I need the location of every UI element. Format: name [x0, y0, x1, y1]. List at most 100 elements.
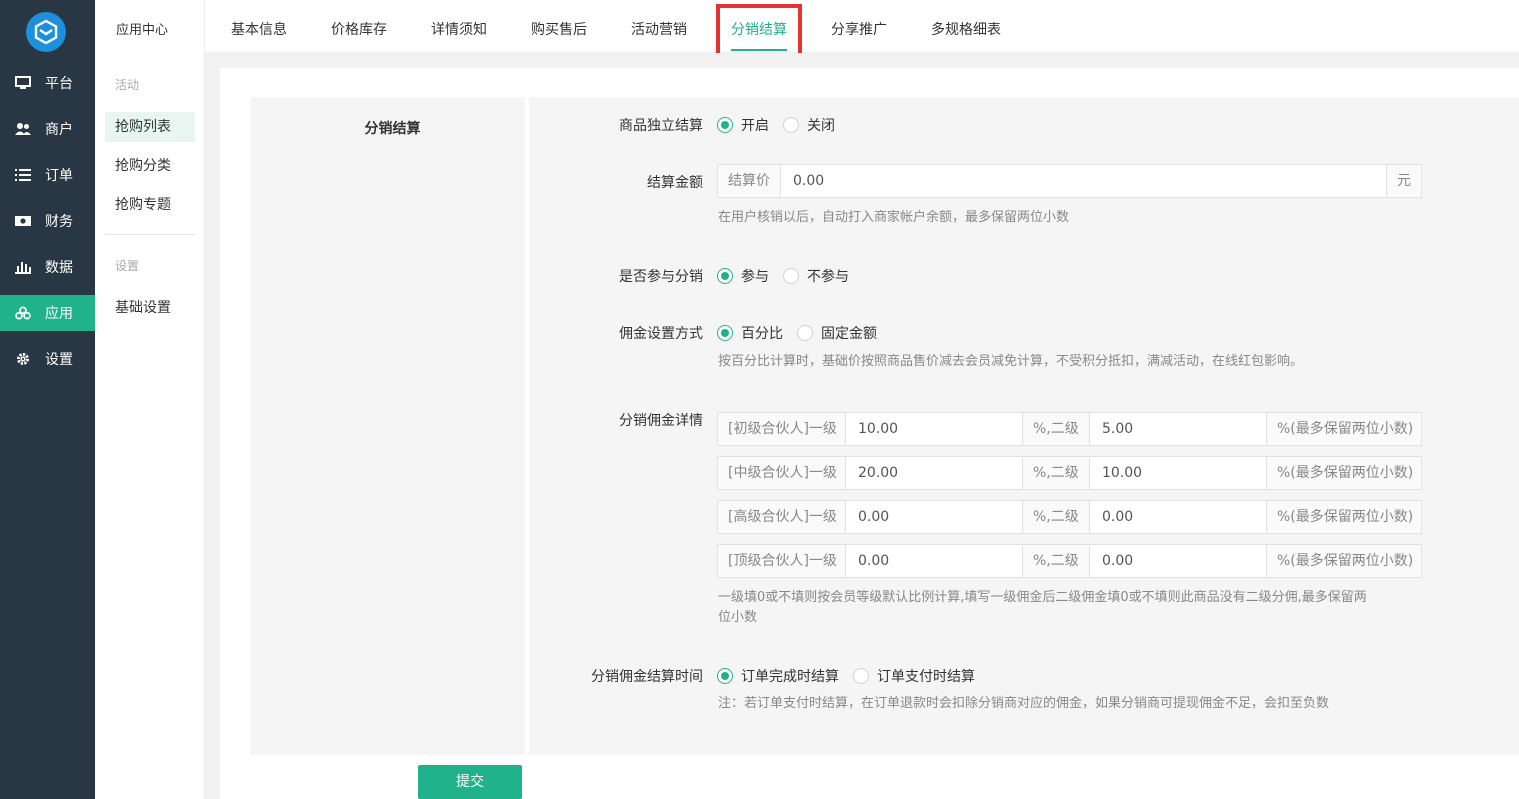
bar-chart-icon: [15, 260, 31, 274]
settlement-amount-help: 在用户核销以后，自动打入商家帐户余额，最多保留两位小数: [718, 210, 1070, 225]
logo[interactable]: [26, 12, 66, 52]
radio-label: 百分比: [741, 326, 783, 342]
level1-input[interactable]: 20.00: [846, 457, 1022, 489]
level2-input[interactable]: 5.00: [1090, 413, 1266, 445]
level1-input[interactable]: 0.00: [846, 501, 1022, 533]
radio-label: 固定金额: [821, 326, 877, 342]
main-sidebar: 平台 商户 订单 财务 数据 应用 设置: [0, 0, 95, 799]
nav-merchant[interactable]: 商户: [0, 111, 95, 147]
radio-independent-on[interactable]: 开启: [717, 115, 769, 135]
radio-circle: [783, 117, 799, 133]
commission-detail-label: 分销佣金详情: [619, 413, 703, 429]
nav-finance[interactable]: 财务: [0, 203, 95, 239]
commission-row-senior: [高级合伙人]一级 0.00 %,二级 0.00 %(最多保留两位小数): [717, 500, 1422, 534]
tab-price-stock[interactable]: 价格库存: [331, 19, 387, 39]
tab-basic-info[interactable]: 基本信息: [231, 19, 287, 39]
commission-detail-help-line2: 位小数: [718, 610, 758, 625]
list-icon: [15, 168, 31, 182]
subnav-item-flash-sale-list[interactable]: 抢购列表: [105, 112, 195, 142]
radio-circle: [717, 268, 733, 284]
tab-bar: 基本信息 价格库存 详情须知 购买售后 活动营销 分销结算 分享推广 多规格细表: [205, 0, 1519, 53]
settlement-time-help: 注：若订单支付时结算，在订单退款时会扣除分销商对应的佣金，如果分销商可提现佣金不…: [718, 696, 1330, 711]
nav-data[interactable]: 数据: [0, 249, 95, 285]
commission-row-junior: [初级合伙人]一级 10.00 %,二级 5.00 %(最多保留两位小数): [717, 412, 1422, 446]
radio-label: 开启: [741, 118, 769, 134]
radio-circle: [717, 117, 733, 133]
group-label-settings: 设置: [115, 259, 140, 273]
independent-settlement-label: 商品独立结算: [619, 118, 703, 134]
join-distribution-label: 是否参与分销: [619, 269, 703, 285]
radio-commission-percent[interactable]: 百分比: [717, 323, 783, 343]
level1-prefix: [中级合伙人]一级: [718, 457, 846, 489]
radio-label: 参与: [741, 269, 769, 285]
level1-input[interactable]: 0.00: [846, 545, 1022, 577]
subnav-item-flash-sale-category[interactable]: 抢购分类: [105, 151, 195, 181]
currency-suffix: 元: [1386, 165, 1421, 197]
radio-label: 不参与: [807, 269, 849, 285]
level2-prefix: %,二级: [1022, 501, 1090, 533]
percent-suffix: %(最多保留两位小数): [1266, 501, 1421, 533]
percent-suffix: %(最多保留两位小数): [1266, 413, 1421, 445]
section-title: 分销结算: [364, 121, 421, 137]
nav-label: 平台: [45, 76, 73, 92]
commission-mode-label: 佣金设置方式: [619, 326, 703, 342]
subnav-item-flash-sale-topic[interactable]: 抢购专题: [105, 190, 195, 220]
commission-detail-help-line1: 一级填0或不填则按会员等级默认比例计算,填写一级佣金后二级佣金填0或不填则此商品…: [718, 590, 1367, 605]
apps-icon: [15, 306, 31, 320]
radio-circle: [783, 268, 799, 284]
nav-label: 财务: [45, 214, 73, 230]
commission-row-top: [顶级合伙人]一级 0.00 %,二级 0.00 %(最多保留两位小数): [717, 544, 1422, 578]
radio-circle: [717, 325, 733, 341]
level1-input[interactable]: 10.00: [846, 413, 1022, 445]
level2-prefix: %,二级: [1022, 413, 1090, 445]
radio-circle: [853, 668, 869, 684]
nav-apps[interactable]: 应用: [0, 295, 95, 331]
level2-input[interactable]: 0.00: [1090, 545, 1266, 577]
radio-join-yes[interactable]: 参与: [717, 266, 769, 286]
submit-button[interactable]: 提交: [418, 765, 522, 799]
tab-share-promotion[interactable]: 分享推广: [831, 19, 887, 39]
logo-icon: [34, 19, 58, 45]
sub-navigation: 应用中心 活动 抢购列表 抢购分类 抢购专题 设置 基础设置: [95, 0, 205, 799]
level1-prefix: [顶级合伙人]一级: [718, 545, 846, 577]
radio-circle: [797, 325, 813, 341]
nav-label: 商户: [45, 122, 73, 138]
nav-settings[interactable]: 设置: [0, 341, 95, 377]
radio-settle-on-payment[interactable]: 订单支付时结算: [853, 666, 975, 686]
radio-independent-off[interactable]: 关闭: [783, 115, 835, 135]
level2-input[interactable]: 0.00: [1090, 501, 1266, 533]
level1-prefix: [高级合伙人]一级: [718, 501, 846, 533]
radio-settle-on-complete[interactable]: 订单完成时结算: [717, 666, 839, 686]
tab-marketing[interactable]: 活动营销: [631, 19, 687, 39]
tab-purchase-aftersale[interactable]: 购买售后: [531, 19, 587, 39]
level2-prefix: %,二级: [1022, 457, 1090, 489]
percent-suffix: %(最多保留两位小数): [1266, 457, 1421, 489]
group-label-activity: 活动: [115, 78, 140, 92]
settlement-time-label: 分销佣金结算时间: [591, 669, 703, 685]
nav-label: 应用: [45, 306, 73, 322]
radio-label: 订单支付时结算: [877, 669, 975, 685]
level2-prefix: %,二级: [1022, 545, 1090, 577]
settlement-amount-input[interactable]: 0.00: [781, 165, 1386, 197]
radio-join-no[interactable]: 不参与: [783, 266, 849, 286]
percent-suffix: %(最多保留两位小数): [1266, 545, 1421, 577]
section-title-column: 分销结算: [250, 97, 525, 755]
level2-input[interactable]: 10.00: [1090, 457, 1266, 489]
commission-mode-help: 按百分比计算时，基础价按照商品售价减去会员减免计算，不受积分抵扣，满减活动，在线…: [718, 354, 1304, 369]
users-icon: [15, 122, 31, 136]
settlement-amount-label: 结算金额: [647, 175, 703, 191]
monitor-icon: [15, 76, 31, 90]
tab-spec-table[interactable]: 多规格细表: [931, 19, 1001, 39]
nav-label: 数据: [45, 260, 73, 276]
nav-platform[interactable]: 平台: [0, 65, 95, 101]
subnav-item-basic-settings[interactable]: 基础设置: [105, 293, 195, 323]
nav-label: 设置: [45, 352, 73, 368]
commission-row-middle: [中级合伙人]一级 20.00 %,二级 10.00 %(最多保留两位小数): [717, 456, 1422, 490]
tab-details-notice[interactable]: 详情须知: [431, 19, 487, 39]
radio-commission-fixed[interactable]: 固定金额: [797, 323, 877, 343]
nav-order[interactable]: 订单: [0, 157, 95, 193]
level1-prefix: [初级合伙人]一级: [718, 413, 846, 445]
settlement-price-prefix: 结算价: [718, 165, 781, 197]
nav-label: 订单: [45, 168, 73, 184]
gear-icon: [15, 352, 31, 366]
